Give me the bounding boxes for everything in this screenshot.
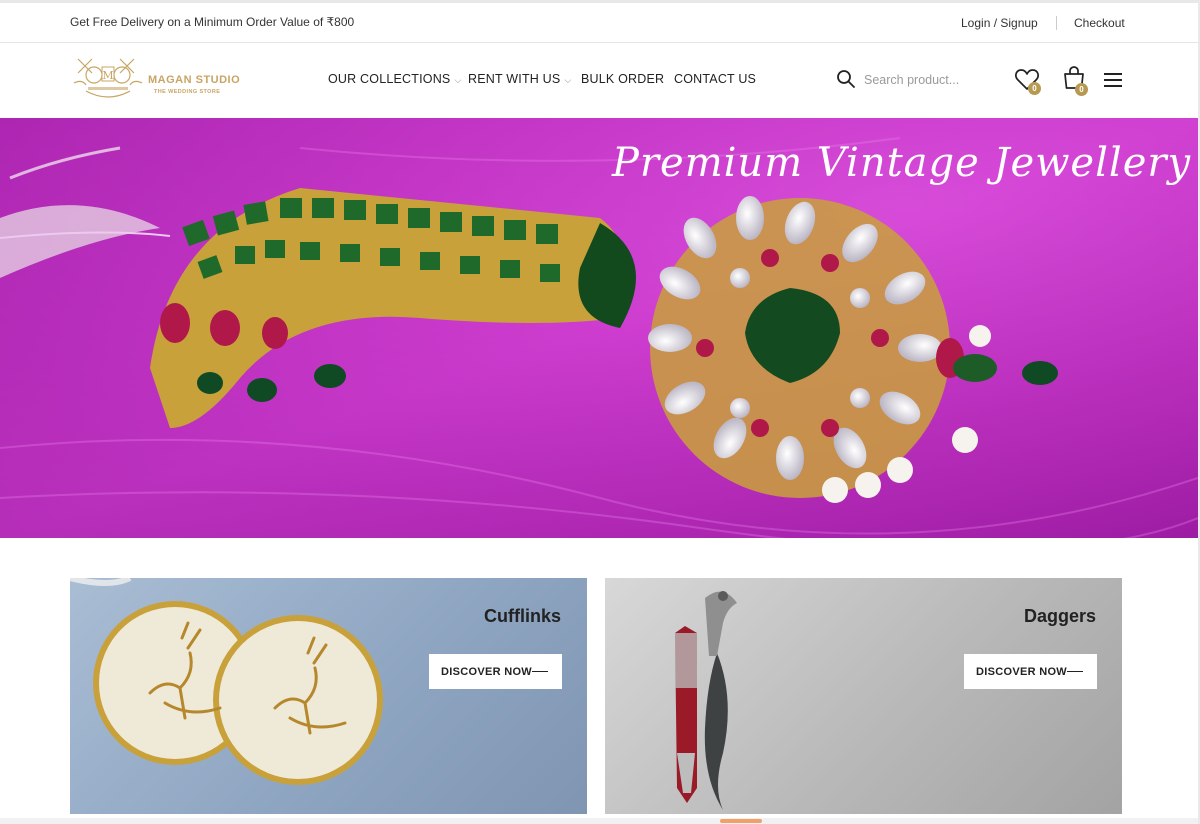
hero-banner[interactable]: Premium Vintage Jewellery	[0, 118, 1198, 538]
top-announcement-bar: Get Free Delivery on a Minimum Order Val…	[0, 0, 1200, 43]
nav-rent-with-us-label: RENT WITH US	[468, 72, 561, 86]
nav-bulk-order[interactable]: BULK ORDER	[581, 72, 664, 86]
hero-title: Premium Vintage Jewellery	[612, 140, 1192, 186]
card-title-daggers: Daggers	[1023, 606, 1096, 626]
wishlist-button[interactable]: 0	[1014, 65, 1046, 97]
brand-name: MAGAN STUDIO	[148, 74, 241, 86]
search-input[interactable]	[864, 69, 994, 91]
cart-button[interactable]: 0	[1062, 65, 1094, 97]
checkout-link[interactable]: Checkout	[1074, 16, 1125, 30]
chevron-down-icon: ⌵	[564, 75, 572, 85]
arrow-line-icon	[1067, 671, 1083, 672]
topbar-divider	[1056, 16, 1057, 30]
horizontal-scrollbar[interactable]	[0, 818, 1200, 824]
arrow-line-icon	[532, 671, 548, 672]
free-delivery-notice: Get Free Delivery on a Minimum Order Val…	[70, 15, 355, 29]
promo-card-daggers[interactable]: Daggers DISCOVER NOW	[605, 578, 1122, 814]
hamburger-menu-icon[interactable]	[1103, 71, 1123, 89]
svg-text:M: M	[102, 69, 113, 82]
promo-card-cufflinks[interactable]: Cufflinks DISCOVER NOW	[70, 578, 587, 814]
login-signup-link[interactable]: Login / Signup	[961, 16, 1038, 30]
card-title-cufflinks: Cufflinks	[483, 606, 561, 626]
discover-now-label: DISCOVER NOW	[441, 665, 532, 678]
cart-count-badge: 0	[1075, 83, 1088, 96]
brand-logo[interactable]: M MAGAN STUDIO THE WEDDING STORE	[72, 51, 252, 111]
scrollbar-thumb[interactable]	[720, 819, 762, 823]
site-header: M MAGAN STUDIO THE WEDDING STORE OUR COL…	[0, 43, 1200, 118]
nav-contact-us[interactable]: CONTACT US	[674, 72, 756, 86]
discover-now-daggers-button[interactable]: DISCOVER NOW	[964, 654, 1097, 689]
search-icon[interactable]	[836, 69, 856, 89]
logo-emblem-icon: M	[73, 58, 143, 98]
nav-rent-with-us[interactable]: RENT WITH US ⌵	[468, 72, 571, 86]
chevron-down-icon: ⌵	[454, 75, 462, 85]
nav-our-collections[interactable]: OUR COLLECTIONS ⌵	[328, 72, 462, 86]
discover-now-cufflinks-button[interactable]: DISCOVER NOW	[429, 654, 562, 689]
discover-now-label: DISCOVER NOW	[976, 665, 1067, 678]
nav-our-collections-label: OUR COLLECTIONS	[328, 72, 451, 86]
brand-tagline: THE WEDDING STORE	[154, 89, 221, 95]
wishlist-count-badge: 0	[1028, 82, 1041, 95]
